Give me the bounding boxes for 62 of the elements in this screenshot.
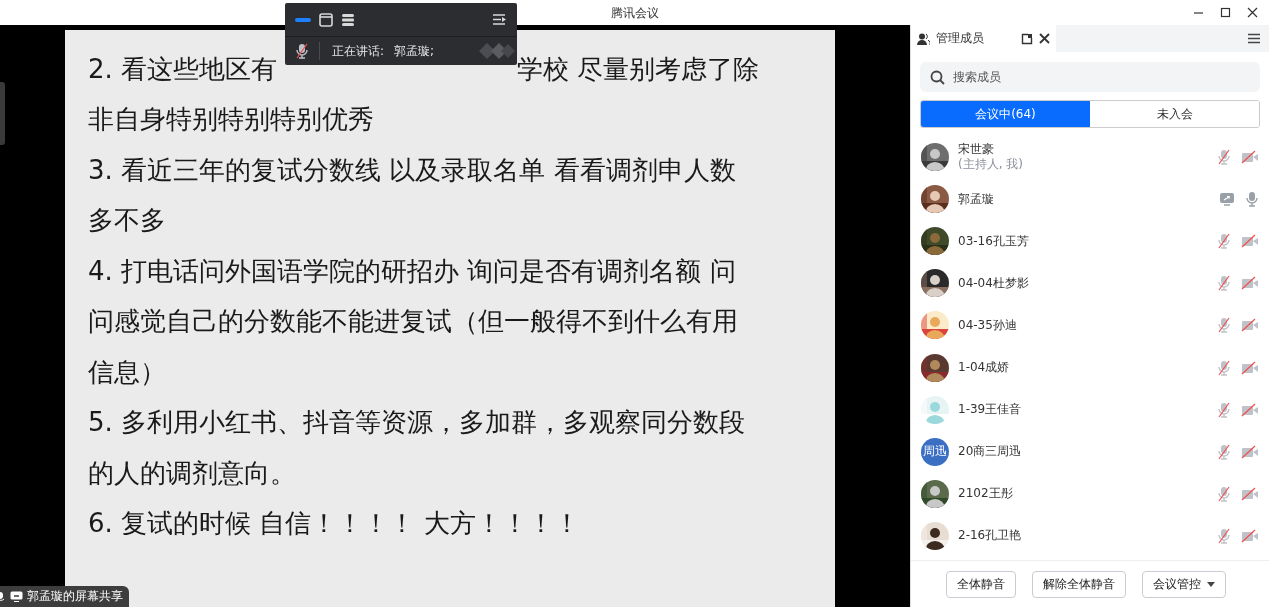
caret-icon [1207, 581, 1215, 587]
app-logo-icon [477, 40, 517, 62]
screen-icon [10, 591, 23, 602]
search-field[interactable]: 搜索成员 [920, 62, 1260, 92]
camera-off-icon[interactable] [1241, 234, 1259, 249]
slide-text: 2. 看这些地区有 [88, 52, 278, 86]
member-name: 2102王彤 [958, 486, 1014, 502]
slide-text: 学校 尽量别考虑了除 [517, 52, 760, 86]
member-tab[interactable]: 会议中(64) [921, 101, 1090, 127]
layout-strip-icon[interactable] [295, 16, 311, 23]
close-icon[interactable] [1246, 6, 1259, 19]
member-name: 04-04杜梦影 [958, 275, 1030, 291]
pop-out-icon[interactable] [1021, 32, 1033, 45]
microphone-icon [0, 590, 6, 603]
slide-text: 多不多 [88, 204, 166, 238]
slide-text: 非自身特别特别特别优秀 [88, 103, 374, 137]
camera-off-icon[interactable] [1241, 444, 1259, 459]
maximize-icon[interactable] [1219, 6, 1232, 19]
camera-off-icon[interactable] [1241, 360, 1259, 375]
muted-microphone-icon[interactable] [295, 43, 309, 59]
member-name: 郭孟璇 [958, 191, 995, 207]
member-name: 1-39王佳音 [958, 402, 1023, 418]
collapse-handle[interactable] [0, 82, 5, 145]
window-icon[interactable] [319, 12, 333, 27]
slide-text: 4. 打电话问外国语学院的研招办 询问是否有调剂名额 问 [88, 254, 736, 288]
close-icon[interactable] [1039, 33, 1050, 44]
slide-text: 问感觉自己的分数能不能进复试（但一般得不到什么有用 [88, 305, 738, 339]
member-name: 宋世豪 [958, 142, 995, 158]
member-name: 1-04成娇 [958, 360, 1011, 375]
panel-title: 管理成员 [936, 30, 984, 47]
camera-off-icon[interactable] [1241, 528, 1259, 543]
avatar: 周迅 [921, 437, 949, 466]
screen-share-name: 郭孟璇的屏幕共享 [27, 588, 123, 605]
member-name: 04-35孙迪 [958, 317, 1018, 333]
speaking-label: 正在讲话: [332, 42, 385, 60]
panel-tab[interactable]: 管理成员 [911, 25, 1056, 52]
slide-text: 的人的调剂意向。 [88, 456, 296, 490]
slide-text: 6. 复试的时候 自信！！！！ 大方！！！！ [88, 507, 580, 541]
speaker-name: 郭孟璇; [394, 42, 435, 60]
member-name: 03-16孔玉芳 [958, 233, 1030, 249]
search-icon [930, 69, 945, 85]
action-button[interactable]: 解除全体静音 [1032, 570, 1126, 598]
member-role: (主持人, 我) [958, 157, 1024, 173]
member-name: 20商三周迅 [958, 444, 1023, 460]
menu-icon[interactable] [1248, 33, 1260, 44]
member-name: 2-16孔卫艳 [958, 528, 1023, 544]
camera-off-icon[interactable] [1241, 402, 1259, 417]
camera-off-icon[interactable] [1241, 486, 1259, 501]
action-button[interactable]: 全体静音 [946, 570, 1016, 598]
members-icon [917, 32, 930, 45]
camera-off-icon[interactable] [1241, 150, 1259, 165]
screen-share-icon[interactable] [1219, 192, 1235, 207]
list-view-icon[interactable] [341, 12, 355, 27]
camera-off-icon[interactable] [1241, 276, 1259, 291]
slide-text: 信息） [88, 355, 166, 389]
slide-text: 5. 多利用小红书、抖音等资源，多加群，多观察同分数段 [88, 406, 746, 440]
window-title: 腾讯会议 [610, 5, 659, 22]
camera-off-icon[interactable] [1241, 318, 1259, 333]
action-button[interactable]: 会议管控 [1142, 570, 1226, 598]
slide-text: 3. 看近三年的复试分数线 以及录取名单 看看调剂申人数 [88, 153, 736, 187]
microphone-icon[interactable] [1245, 191, 1259, 208]
collapse-menu-icon[interactable] [492, 13, 507, 26]
